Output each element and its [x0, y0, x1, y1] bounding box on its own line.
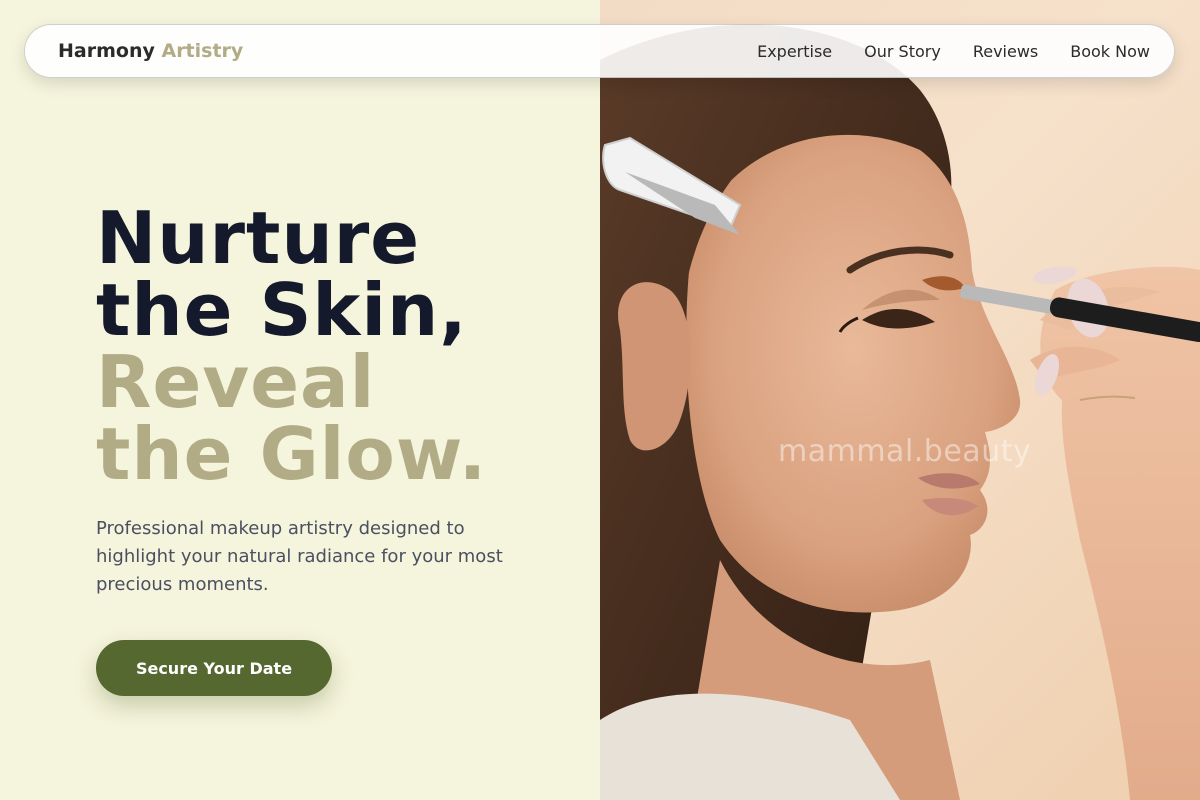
headline-line-1: Nurture	[96, 196, 421, 280]
headline-line-3: Reveal	[96, 340, 376, 424]
hero-subtitle: Professional makeup artistry designed to…	[96, 518, 503, 595]
nav-link-book-now[interactable]: Book Now	[1070, 42, 1150, 61]
nav-link-our-story[interactable]: Our Story	[864, 42, 941, 61]
secure-date-button[interactable]: Secure Your Date	[96, 640, 332, 696]
nav-links: Expertise Our Story Reviews Book Now	[757, 42, 1150, 61]
top-navbar: Harmony Artistry Expertise Our Story Rev…	[24, 24, 1175, 78]
brand-logo[interactable]: Harmony Artistry	[58, 40, 243, 62]
makeup-application-photo	[600, 24, 1200, 800]
headline-line-4: the Glow.	[96, 412, 488, 496]
headline-line-2: the Skin,	[96, 268, 468, 352]
brand-accent: Artistry	[161, 40, 244, 62]
hero-headline: Nurture the Skin, Reveal the Glow.	[96, 202, 487, 490]
nav-link-expertise[interactable]: Expertise	[757, 42, 832, 61]
nav-link-reviews[interactable]: Reviews	[973, 42, 1038, 61]
hero-photo: mammal.beauty	[600, 0, 1200, 800]
photo-watermark: mammal.beauty	[778, 434, 1032, 469]
brand-name: Harmony	[58, 40, 155, 62]
